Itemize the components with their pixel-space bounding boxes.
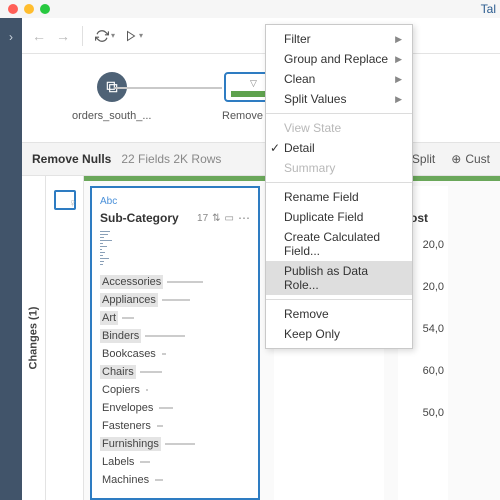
data-source-node[interactable]: orders_south_...: [72, 72, 152, 122]
menu-create-calculated-field[interactable]: Create Calculated Field...: [266, 227, 412, 261]
funnel-icon: ▽: [250, 78, 257, 89]
submenu-arrow-icon: ▶: [395, 34, 402, 45]
list-item: 60,0: [402, 365, 444, 377]
list-item[interactable]: Copiers: [100, 383, 250, 397]
top-right-label: Tal: [477, 0, 500, 18]
flow-connector: [114, 87, 222, 89]
list-item[interactable]: Binders: [100, 329, 250, 343]
value-list: Accessories Appliances Art Binders Bookcases…: [100, 275, 250, 487]
menu-separator: [266, 299, 412, 300]
menu-split-values[interactable]: Split Values▶: [266, 89, 412, 109]
menu-keep-only[interactable]: Keep Only: [266, 324, 412, 344]
menu-remove[interactable]: Remove: [266, 304, 412, 324]
split-icon: ⊕: [451, 152, 461, 166]
toolbar: ← → ▾ ▾: [22, 18, 500, 54]
minimize-window-dot[interactable]: [24, 4, 34, 14]
menu-rename-field[interactable]: Rename Field: [266, 187, 412, 207]
list-item[interactable]: Accessories: [100, 275, 250, 289]
menu-separator: [266, 113, 412, 114]
field-card-subcategory[interactable]: ♀ Abc Sub-Category 17 ⇅ ▭ ⋯ AccessoriesA…: [90, 186, 260, 500]
menu-clean[interactable]: Clean▶: [266, 69, 412, 89]
menu-summary: Summary: [266, 158, 412, 178]
node-label: orders_south_...: [72, 110, 152, 122]
zoom-window-dot[interactable]: [40, 4, 50, 14]
sort-icon[interactable]: ⇅: [212, 213, 220, 224]
list-item: 50,0: [402, 407, 444, 419]
thumbnail-strip: [46, 176, 84, 500]
list-item[interactable]: Labels: [100, 455, 250, 469]
list-item[interactable]: Chairs: [100, 365, 250, 379]
submenu-arrow-icon: ▶: [395, 74, 402, 85]
step-meta: 22 Fields 2K Rows: [121, 152, 221, 166]
profile-header: Remove Nulls 22 Fields 2K Rows ▽ F c Spl…: [22, 142, 500, 176]
forward-button[interactable]: →: [56, 28, 70, 44]
left-rail: ›: [0, 18, 22, 500]
menu-publish-data-role[interactable]: Publish as Data Role...: [266, 261, 412, 295]
menu-group-replace[interactable]: Group and Replace▶: [266, 49, 412, 69]
close-window-dot[interactable]: [8, 4, 18, 14]
divider: [82, 26, 83, 46]
chart-type-icon[interactable]: ▭: [225, 213, 234, 224]
menu-filter[interactable]: Filter▶: [266, 29, 412, 49]
field-type-label: Abc: [100, 196, 250, 207]
custom-split-button[interactable]: ⊕ Cust: [451, 152, 490, 166]
list-item[interactable]: Envelopes: [100, 401, 250, 415]
sparkline: [100, 231, 114, 265]
list-item[interactable]: Fasteners: [100, 419, 250, 433]
run-button[interactable]: ▾: [125, 30, 143, 42]
flow-canvas[interactable]: orders_south_... ▽ Remove Null: [22, 54, 500, 142]
step-title: Remove Nulls: [32, 152, 111, 166]
submenu-arrow-icon: ▶: [395, 54, 402, 65]
list-item[interactable]: Furnishings: [100, 437, 250, 451]
back-button[interactable]: ←: [32, 28, 46, 44]
recommendations-icon[interactable]: ♀: [68, 196, 77, 210]
expand-rail-icon[interactable]: ›: [9, 30, 13, 500]
list-item[interactable]: Appliances: [100, 293, 250, 307]
submenu-arrow-icon: ▶: [395, 94, 402, 105]
field-name: Sub-Category: [100, 211, 179, 225]
field-value-count: 17 ⇅ ▭ ⋯: [197, 211, 250, 225]
menu-detail[interactable]: Detail: [266, 138, 412, 158]
more-icon[interactable]: ⋯: [238, 211, 250, 225]
custom-label: Cust: [465, 152, 490, 166]
window-titlebar: [0, 0, 500, 18]
list-item[interactable]: Bookcases: [100, 347, 250, 361]
context-menu: Filter▶ Group and Replace▶ Clean▶ Split …: [265, 24, 413, 349]
profile-pane: Changes (1) ♀ Abc Sub-Category 17 ⇅ ▭ ⋯ …: [22, 176, 500, 500]
list-item[interactable]: Machines: [100, 473, 250, 487]
list-item[interactable]: Art: [100, 311, 250, 325]
changes-tab[interactable]: Changes (1): [22, 176, 46, 500]
menu-separator: [266, 182, 412, 183]
menu-duplicate-field[interactable]: Duplicate Field: [266, 207, 412, 227]
refresh-button[interactable]: ▾: [95, 29, 115, 43]
menu-view-state: View State: [266, 118, 412, 138]
